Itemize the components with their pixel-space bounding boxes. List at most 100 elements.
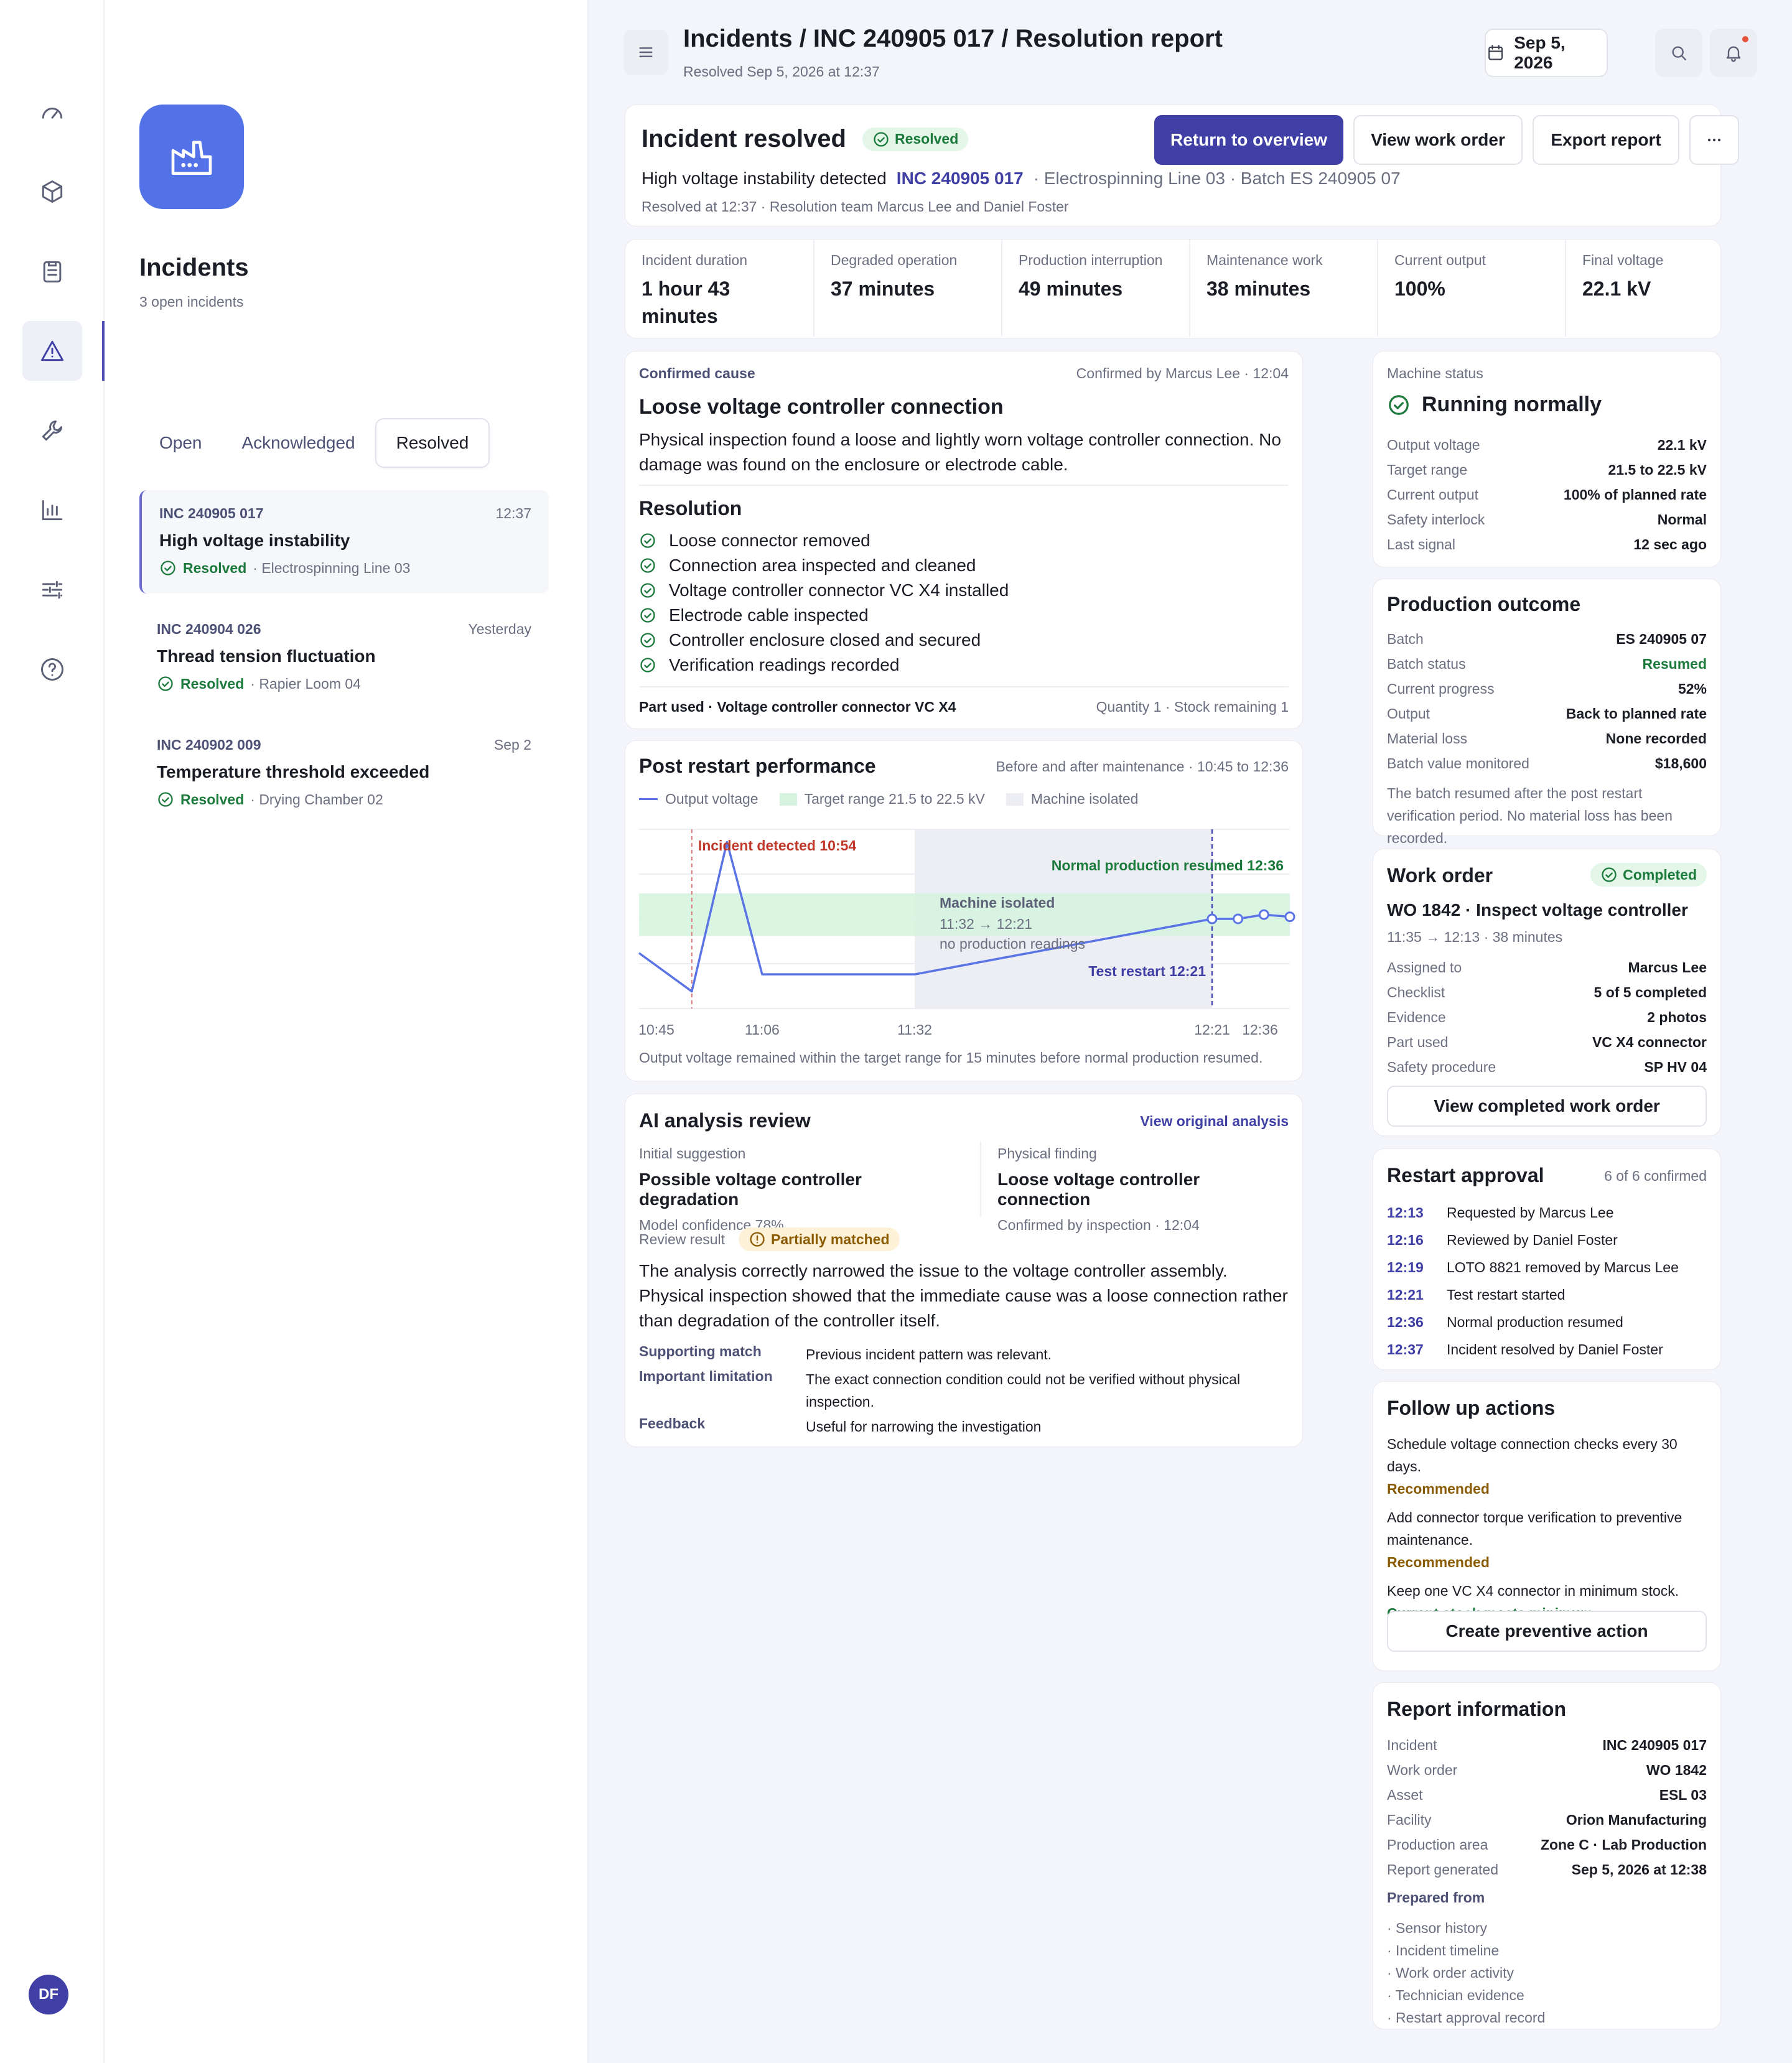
incident-name: Temperature threshold exceeded [157, 762, 430, 781]
kv-key: Checklist [1387, 984, 1445, 1000]
performance-title: Post restart performance [639, 755, 876, 777]
kv-row: Batch value monitored $18,600 [1387, 751, 1707, 776]
x-tick-label: 12:21 [1194, 1022, 1230, 1038]
incident-location: · Electrospinning Line 03 [253, 559, 411, 576]
tab-resolved[interactable]: Resolved [375, 418, 490, 468]
voltage-point [1206, 913, 1218, 924]
resolution-step-text: Connection area inspected and cleaned [669, 556, 976, 575]
timeline-row: 12:37 Incident resolved by Daniel Foster [1387, 1336, 1707, 1363]
report-source: · Technician evidence [1387, 1987, 1524, 2003]
incident-list-panel: Incidents 3 open incidents Open Acknowle… [102, 0, 589, 2063]
production-rows: Batch ES 240905 07 Batch status Resumed Cu… [1387, 626, 1707, 776]
incident-item[interactable]: INC 240902 009 Sep 2 Temperature thresho… [139, 722, 549, 825]
kpi-label: Incident duration [642, 252, 748, 268]
resolution-step: Electrode cable inspected [639, 603, 1009, 628]
search-button[interactable] [1655, 29, 1702, 77]
legend-label: Target range 21.5 to 22.5 kV [804, 791, 985, 807]
restart-approval-card: Restart approval 6 of 6 confirmed 12:13 R… [1373, 1148, 1721, 1370]
part-quantity: Quantity 1 · Stock remaining 1 [1096, 699, 1289, 715]
incidents-nav[interactable] [22, 321, 82, 381]
kv-key: Batch status [1387, 655, 1466, 672]
timeline-event: Incident resolved by Daniel Foster [1447, 1341, 1663, 1357]
ai-review-details: Supporting match Previous incident patter… [639, 1343, 1292, 1440]
kv-row: Batch status Resumed [1387, 651, 1707, 676]
return-to-overview-button[interactable]: Return to overview [1154, 115, 1343, 165]
analytics-nav[interactable] [22, 480, 82, 540]
kv-key: Target range [1387, 461, 1468, 478]
kv-value: ESL 03 [1659, 1786, 1707, 1803]
partially-matched-label: Partially matched [771, 1231, 890, 1247]
legend-label: Machine isolated [1030, 791, 1139, 807]
incident-item[interactable]: INC 240905 017 12:37 High voltage instab… [139, 490, 549, 594]
view-work-order-button[interactable]: View work order [1353, 115, 1523, 165]
kv-key: Production area [1387, 1836, 1488, 1853]
date-picker[interactable]: Sep 5, 2026 [1485, 29, 1608, 77]
dashboard-nav[interactable] [22, 82, 82, 142]
incident-status: Resolved [180, 791, 245, 808]
active-nav-indicator [102, 321, 105, 381]
kv-value: Back to planned rate [1566, 705, 1707, 722]
report-title: Report information [1387, 1698, 1566, 1720]
assets-nav[interactable] [22, 162, 82, 221]
kpi-production-interruption: Production interruption 49 minutes [1001, 240, 1189, 337]
create-preventive-action-button[interactable]: Create preventive action [1387, 1611, 1707, 1652]
kpi-label: Maintenance work [1206, 252, 1323, 268]
issue-location: · Electrospinning Line 03 · Batch ES 240… [1033, 169, 1401, 188]
notifications-button[interactable] [1710, 29, 1757, 77]
tasks-nav[interactable] [22, 241, 82, 301]
followup-title: Follow up actions [1387, 1397, 1556, 1419]
incident-time: 12:37 [495, 505, 531, 521]
incident-status: Resolved [183, 559, 247, 576]
incident-item[interactable]: INC 240904 026 Yesterday Thread tension … [139, 606, 549, 709]
check-circle-icon [161, 561, 175, 575]
machine-status-value: Running normally [1422, 393, 1602, 416]
help-nav[interactable] [22, 640, 82, 699]
timeline-time: 12:16 [1387, 1231, 1424, 1248]
timeline-time: 12:36 [1387, 1313, 1424, 1330]
check-circle-icon [1602, 867, 1617, 882]
initial-suggestion-label: Initial suggestion [639, 1145, 746, 1162]
open-count: 3 open incidents [139, 294, 244, 310]
kv-row: Material loss None recorded [1387, 726, 1707, 751]
kpi-degraded-operation: Degraded operation 37 minutes [813, 240, 1001, 337]
work-order-rows: Assigned to Marcus Lee Checklist 5 of 5 co… [1387, 955, 1707, 1079]
incident-id-link[interactable]: INC 240905 017 [897, 169, 1024, 189]
timeline-event: Requested by Marcus Lee [1447, 1204, 1614, 1221]
date-label: Sep 5, 2026 [1514, 33, 1566, 72]
menu-button[interactable] [623, 30, 668, 75]
initial-suggestion: Initial suggestion Possible voltage cont… [639, 1145, 963, 1234]
kv-value: 52% [1678, 680, 1707, 697]
annotation-incident: Incident detected 10:54 [698, 837, 857, 854]
kv-value: VC X4 connector [1592, 1033, 1707, 1050]
kpi-label: Current output [1394, 252, 1486, 268]
cause-title: Loose voltage controller connection [639, 395, 1004, 419]
tab-acknowledged[interactable]: Acknowledged [222, 418, 375, 468]
settings-nav[interactable] [22, 560, 82, 620]
incident-id: INC 240902 009 [157, 737, 261, 753]
check-circle-icon [158, 676, 173, 691]
kv-value: ES 240905 07 [1616, 630, 1707, 647]
tab-open[interactable]: Open [139, 418, 222, 468]
maintenance-nav[interactable] [22, 401, 82, 460]
annotation-isolated-time: 11:32 → 12:21 [940, 916, 1032, 932]
timeline-event: Reviewed by Daniel Foster [1447, 1231, 1618, 1248]
timeline-row: 12:19 LOTO 8821 removed by Marcus Lee [1387, 1254, 1707, 1281]
kv-value: Normal [1657, 511, 1707, 528]
more-actions-button[interactable] [1689, 115, 1739, 165]
view-completed-work-order-button[interactable]: View completed work order [1387, 1086, 1707, 1127]
detail-value: The exact connection condition could not… [806, 1371, 1241, 1410]
kv-row: Output Back to planned rate [1387, 701, 1707, 726]
followup-text: Add connector torque verification to pre… [1387, 1509, 1682, 1548]
user-avatar[interactable]: DF [29, 1975, 68, 2014]
detail-value: Useful for narrowing the investigation [806, 1418, 1042, 1435]
divider [980, 1142, 981, 1216]
kv-key: Safety interlock [1387, 511, 1485, 528]
approval-count: 6 of 6 confirmed [1604, 1168, 1707, 1184]
kv-value: 22.1 kV [1657, 436, 1707, 453]
kv-row: Facility Orion Manufacturing [1387, 1807, 1707, 1832]
performance-range: Before and after maintenance · 10:45 to … [996, 758, 1289, 775]
check-circle-icon [640, 558, 655, 573]
export-report-button[interactable]: Export report [1533, 115, 1679, 165]
view-original-analysis-link[interactable]: View original analysis [1140, 1113, 1289, 1130]
review-result-label: Review result [639, 1231, 726, 1247]
